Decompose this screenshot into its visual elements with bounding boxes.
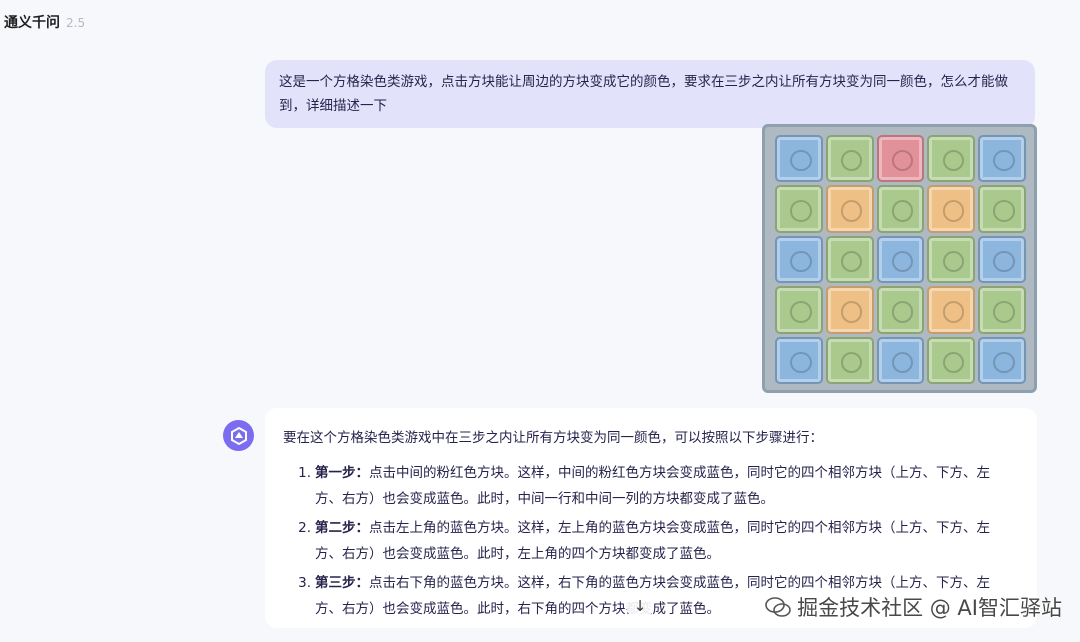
step-number: 3. (298, 575, 311, 591)
watermark: 掘金技术社区 @ AI智汇驿站 (765, 592, 1062, 622)
watermark-text: 掘金技术社区 @ AI智汇驿站 (797, 596, 1062, 620)
user-message: 这是一个方格染色类游戏，点击方块能让周边的方块变成它的颜色，要求在三步之内让所有… (265, 60, 1035, 128)
assistant-logo-icon (230, 426, 247, 445)
app-name: 通义千问 (4, 15, 60, 31)
assistant-avatar (223, 420, 254, 451)
board-tile-green (927, 336, 976, 384)
board-tile-orange (825, 286, 874, 334)
board-tile-blue (775, 336, 823, 384)
board-tile-green (825, 235, 874, 284)
step-content: 第一步：点击中间的粉红色方块。这样，中间的粉红色方块会变成蓝色，同时它的四个相邻… (315, 460, 1009, 512)
game-board-image[interactable] (762, 124, 1037, 393)
step-title: 第一步： (315, 465, 369, 481)
user-message-text: 这是一个方格染色类游戏，点击方块能让周边的方块变成它的颜色，要求在三步之内让所有… (279, 74, 1008, 114)
step-item: 1. 第一步：点击中间的粉红色方块。这样，中间的粉红色方块会变成蓝色，同时它的四… (289, 460, 1009, 512)
step-title: 第三步： (315, 575, 369, 591)
board-tile-blue (978, 235, 1026, 284)
step-text: 点击左上角的蓝色方块。这样，左上角的蓝色方块会变成蓝色，同时它的四个相邻方块（上… (315, 520, 990, 562)
step-number: 1. (298, 465, 311, 481)
scroll-down-button[interactable]: ↓ (626, 594, 654, 618)
board-tile-green (876, 185, 925, 233)
step-content: 第二步：点击左上角的蓝色方块。这样，左上角的蓝色方块会变成蓝色，同时它的四个相邻… (315, 515, 1009, 567)
board-tile-green (927, 235, 976, 284)
board-tile-green (927, 135, 976, 183)
board-tile-blue (876, 235, 925, 284)
board-tile-pink (876, 135, 925, 183)
board-tile-green (775, 185, 823, 233)
board-tile-green (825, 135, 874, 183)
board-tile-orange (927, 286, 976, 334)
step-item: 2. 第二步：点击左上角的蓝色方块。这样，左上角的蓝色方块会变成蓝色，同时它的四… (289, 515, 1009, 567)
app-version: 2.5 (66, 16, 86, 30)
arrow-down-icon: ↓ (633, 597, 647, 615)
board-tile-green (978, 185, 1026, 233)
app-header: 通义千问 2.5 (4, 12, 85, 32)
board-tile-green (876, 286, 925, 334)
board-tile-green (825, 336, 874, 384)
board-tile-blue (978, 336, 1026, 384)
board-tile-blue (978, 135, 1026, 183)
step-number: 2. (298, 520, 311, 536)
step-text: 点击中间的粉红色方块。这样，中间的粉红色方块会变成蓝色，同时它的四个相邻方块（上… (315, 465, 990, 507)
board-tile-orange (825, 185, 874, 233)
wechat-logo-icon (765, 597, 791, 617)
board-tile-blue (775, 235, 823, 284)
step-title: 第二步： (315, 520, 369, 536)
board-tile-blue (876, 336, 925, 384)
answer-intro: 要在这个方格染色类游戏中在三步之内让所有方块变为同一颜色，可以按照以下步骤进行： (283, 430, 823, 446)
board-tile-orange (927, 185, 976, 233)
board-tile-green (775, 286, 823, 334)
board-tile-green (978, 286, 1026, 334)
board-tile-blue (775, 135, 823, 183)
